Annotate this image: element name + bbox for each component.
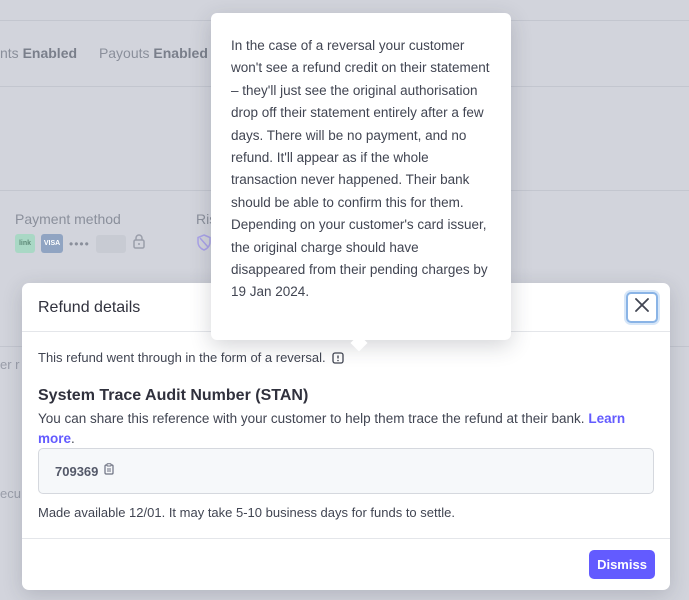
close-icon <box>634 297 650 318</box>
stan-field: 709369 <box>38 448 654 494</box>
side-text: ecu <box>0 486 21 501</box>
shield-icon <box>196 234 212 256</box>
payment-method-label: Payment method <box>15 211 121 227</box>
link-badge-icon: link <box>15 234 35 253</box>
visa-badge-icon: VISA <box>41 234 63 253</box>
copy-icon[interactable] <box>104 462 114 480</box>
learn-more-suffix: . <box>71 431 75 446</box>
card-dots: •••• <box>69 236 90 251</box>
stan-heading: System Trace Audit Number (STAN) <box>38 387 309 404</box>
info-icon[interactable] <box>331 351 344 364</box>
reversal-tooltip: In the case of a reversal your customer … <box>211 13 511 352</box>
tooltip-text: In the case of a reversal your customer … <box>231 38 490 278</box>
modal-title: Refund details <box>38 299 141 316</box>
reversal-info: This refund went through in the form of … <box>38 350 344 365</box>
settlement-note: Made available 12/01. It may take 5-10 b… <box>38 505 455 520</box>
status-value: Enabled <box>22 45 78 61</box>
dismiss-button[interactable]: Dismiss <box>589 550 655 579</box>
payouts-label: Payouts <box>98 45 150 61</box>
card-last4-blurred <box>95 234 126 253</box>
status-row: nts Enabled Payouts Enabled <box>0 45 226 61</box>
stan-value: 709369 <box>55 463 99 479</box>
close-button[interactable] <box>626 292 658 323</box>
payment-method-row: link VISA •••• <box>15 233 146 254</box>
status-label: nts <box>0 45 19 61</box>
tooltip-date: 19 Jan 2024. <box>231 284 310 300</box>
payouts-value: Enabled <box>153 45 208 61</box>
side-text: er r <box>0 357 20 372</box>
stan-description-text: You can share this reference with your c… <box>38 411 585 426</box>
reversal-text: This refund went through in the form of … <box>38 350 326 365</box>
lock-icon <box>132 233 146 254</box>
modal-footer-divider <box>22 538 670 539</box>
stan-description: You can share this reference with your c… <box>38 409 654 449</box>
